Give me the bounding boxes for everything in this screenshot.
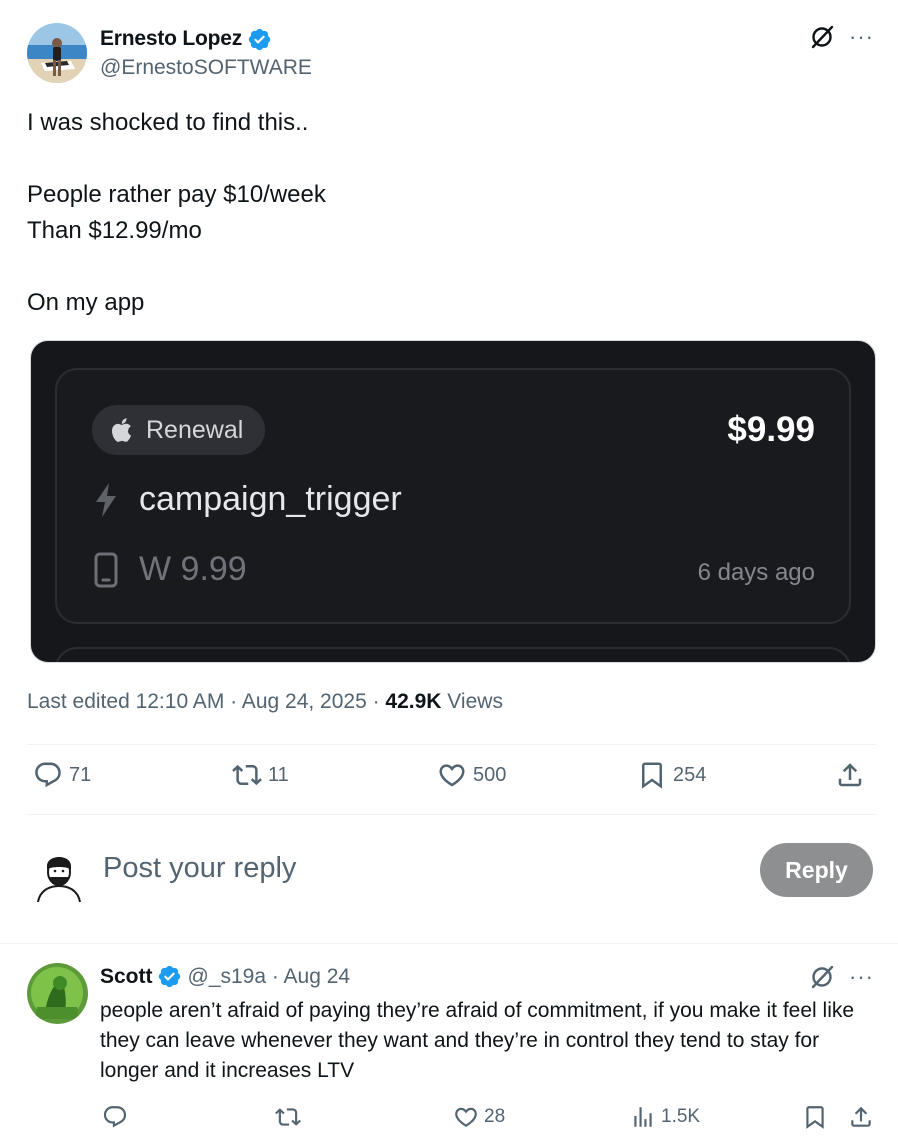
- bookmark-count: 254: [673, 763, 707, 786]
- like-icon: [455, 1107, 477, 1127]
- transaction-card: Renewal $9.99 campaign_trigger W 9.99 6 …: [55, 368, 851, 624]
- repost-icon: [275, 1108, 301, 1126]
- post-action-bar: 71 11 500 254: [27, 760, 876, 800]
- reply-like-count: 28: [484, 1106, 506, 1127]
- reply-top-actions: ···: [809, 964, 874, 990]
- reply-view-count: 1.5K: [661, 1106, 701, 1127]
- reply-action-bar: 28 1.5K: [100, 1104, 876, 1134]
- post-text-line: I was shocked to find this..: [27, 109, 309, 136]
- grok-icon[interactable]: [809, 24, 835, 50]
- trigger-row: campaign_trigger: [93, 480, 402, 519]
- phone-icon: [94, 552, 118, 587]
- next-card-edge: [55, 647, 851, 662]
- renewal-pill: Renewal: [92, 405, 266, 455]
- reply-action[interactable]: 71: [33, 760, 91, 790]
- product-name: W 9.99: [139, 550, 247, 588]
- trigger-name: campaign_trigger: [139, 480, 402, 518]
- repost-action[interactable]: [275, 1104, 301, 1130]
- reply-icon: [35, 762, 61, 788]
- bolt-icon: [96, 482, 116, 517]
- like-action[interactable]: 28: [453, 1104, 505, 1130]
- reply-action[interactable]: [102, 1104, 128, 1130]
- like-count: 500: [473, 763, 507, 786]
- post-text-line: Than $12.99/mo: [27, 217, 202, 244]
- views-action[interactable]: 1.5K: [630, 1104, 700, 1130]
- share-icon: [838, 763, 862, 787]
- reply-composer: Post your reply Reply: [0, 816, 898, 942]
- more-icon[interactable]: ···: [849, 966, 874, 988]
- grok-icon[interactable]: [809, 964, 835, 990]
- divider: [27, 744, 876, 745]
- post-text-line: [27, 249, 867, 285]
- product-row: W 9.99: [93, 550, 247, 589]
- reply-author-name[interactable]: Scott: [100, 965, 153, 989]
- like-icon: [439, 764, 465, 787]
- views-count: 42.9K: [385, 690, 442, 713]
- repost-icon: [232, 764, 262, 786]
- author-name[interactable]: Ernesto Lopez: [100, 27, 242, 51]
- bookmark-icon: [642, 762, 662, 789]
- share-action[interactable]: [835, 760, 865, 790]
- reply-author-avatar[interactable]: [27, 963, 88, 1024]
- reply-icon: [103, 1106, 127, 1128]
- apple-icon: [112, 418, 131, 442]
- time-ago: 6 days ago: [697, 559, 815, 586]
- divider: [27, 814, 876, 815]
- views-icon: [634, 1107, 652, 1127]
- repost-count: 11: [268, 763, 289, 786]
- price-value: $9.99: [727, 410, 815, 449]
- bookmark-action[interactable]: [802, 1104, 828, 1130]
- share-action[interactable]: [848, 1104, 874, 1130]
- author-block: Ernesto Lopez @ErnestoSOFTWARE: [100, 26, 312, 80]
- share-icon: [851, 1106, 871, 1127]
- user-avatar[interactable]: [30, 844, 88, 904]
- repost-action[interactable]: 11: [232, 760, 289, 790]
- post-top-actions: ···: [809, 24, 874, 50]
- more-icon[interactable]: ···: [849, 26, 874, 48]
- verified-badge-icon: [248, 28, 271, 50]
- author-avatar[interactable]: [27, 23, 87, 83]
- bookmark-icon: [806, 1106, 824, 1129]
- verified-badge-icon: [158, 965, 180, 988]
- reply-handle-date[interactable]: @_s19a · Aug 24: [188, 965, 351, 989]
- post-media-image[interactable]: Renewal $9.99 campaign_trigger W 9.99 6 …: [30, 340, 876, 663]
- post-text-line: [27, 141, 867, 177]
- like-action[interactable]: 500: [437, 760, 506, 790]
- post-meta: Last edited 12:10 AM · Aug 24, 2025 · 42…: [27, 690, 503, 714]
- post-text: I was shocked to find this.. People rath…: [27, 105, 867, 321]
- post-text-line: People rather pay $10/week: [27, 181, 326, 208]
- reply-input[interactable]: Post your reply: [103, 852, 296, 885]
- post-text-line: On my app: [27, 289, 145, 316]
- reply-button[interactable]: Reply: [760, 843, 873, 897]
- reply-text: people aren’t afraid of paying they’re a…: [100, 999, 855, 1082]
- views-label: Views: [441, 690, 503, 713]
- reply-post: Scott @_s19a · Aug 24 ··· people aren’t …: [0, 943, 898, 1148]
- reply-header: Scott @_s19a · Aug 24: [100, 964, 350, 989]
- edited-timestamp[interactable]: Last edited 12:10 AM · Aug 24, 2025 ·: [27, 690, 385, 713]
- bookmark-action[interactable]: 254: [637, 760, 706, 790]
- author-handle[interactable]: @ErnestoSOFTWARE: [100, 56, 312, 80]
- renewal-label: Renewal: [146, 415, 244, 444]
- reply-count: 71: [69, 763, 92, 786]
